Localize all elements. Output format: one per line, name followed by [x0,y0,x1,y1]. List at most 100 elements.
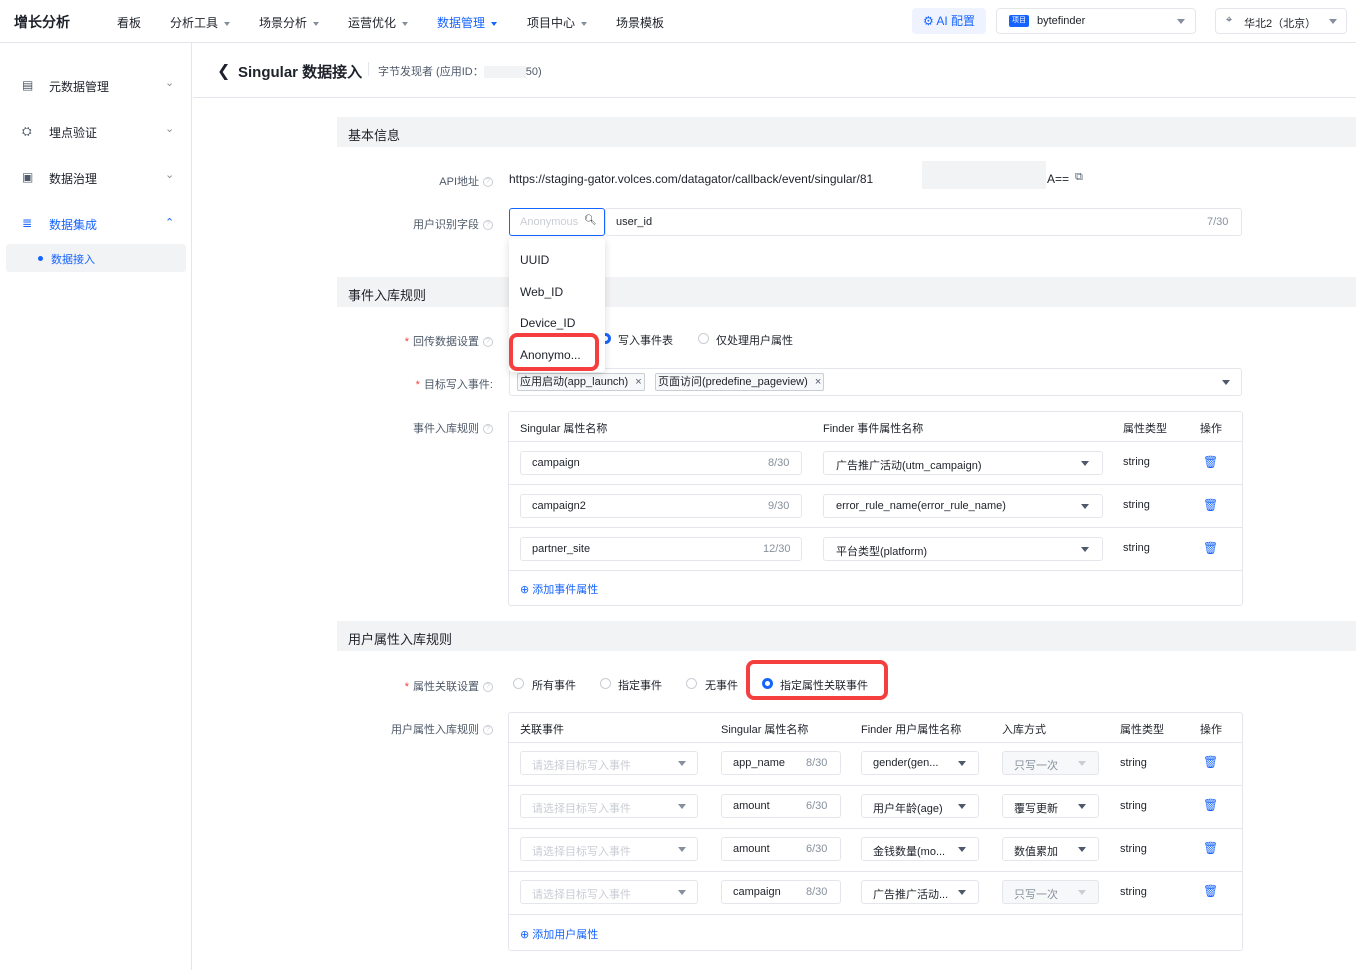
delete-icon[interactable]: 🗑︎ [1203,841,1218,855]
attr-type: string [1120,886,1147,898]
divider [509,828,1242,829]
delete-icon[interactable]: 🗑︎ [1203,455,1218,469]
nav-scenario-templates[interactable]: 场景模板 [616,14,664,31]
user-id-type-placeholder: Anonymous [520,216,578,228]
singular-attr-input[interactable]: amount 6/30 [721,794,841,818]
delete-icon[interactable]: 🗑︎ [1203,798,1218,812]
assoc-event-select[interactable]: 请选择目标写入事件 [520,751,698,775]
sidebar-item-integration[interactable]: ≣ 数据集成 ⌃ [22,214,182,234]
copy-icon[interactable]: ⧉ [1075,171,1083,184]
finder-user-attr-select[interactable]: 用户年龄(age) [861,794,979,818]
back-arrow-icon[interactable]: ❮ [217,61,230,81]
write-mode-select: 只写一次 [1002,751,1099,775]
radio-specified-events[interactable] [600,678,611,689]
add-event-attr-button[interactable]: ⊕ 添加事件属性 [520,581,598,597]
attr-type: string [1123,456,1150,468]
attr-type: string [1123,499,1150,511]
singular-attr-input[interactable]: campaign 8/30 [520,451,802,475]
section-basic-info: 基本信息 [337,117,1356,147]
help-icon[interactable]: ? [483,424,493,435]
dropdown-option-uuid[interactable]: UUID [520,253,549,267]
singular-attr-input[interactable]: partner_site 12/30 [520,537,802,561]
delete-icon[interactable]: 🗑︎ [1203,541,1218,555]
attr-name: amount [733,843,770,855]
caret-down-icon [313,21,320,26]
user-id-type-select[interactable]: Anonymous 🔍︎ [509,208,605,236]
char-counter: 8/30 [806,886,828,898]
finder-user-attr-select[interactable]: gender(gen... [861,751,979,775]
sidebar-item-label: 埋点验证 [49,126,98,140]
help-icon[interactable]: ? [483,220,493,231]
app-subtitle: 字节发现者 (应用ID： 50) [378,66,542,79]
delete-icon[interactable]: 🗑︎ [1203,498,1218,512]
finder-user-attr-select[interactable]: 金钱数量(mo... [861,837,979,861]
radio-all-events[interactable] [513,678,524,689]
column-header: 操作 [1200,724,1222,736]
user-id-field[interactable]: user_id 7/30 [605,208,1242,236]
assoc-event-select[interactable]: 请选择目标写入事件 [520,794,698,818]
nav-analysis-tools[interactable]: 分析工具 [170,14,231,31]
project-name: bytefinder [1037,15,1086,27]
radio-label: 所有事件 [532,680,576,692]
finder-user-attr-select[interactable]: 广告推广活动... [861,880,979,904]
document-icon: ▤ [22,78,34,92]
chevron-down-icon [678,890,686,895]
finder-attr-select[interactable]: 平台类型(platform) [823,537,1103,561]
top-navbar: 增长分析 看板 分析工具 场景分析 运营优化 数据管理 项目中心 场景模板 ⚙ … [0,0,1356,43]
radio-no-events[interactable] [686,678,697,689]
chevron-down-icon [1081,547,1089,552]
nav-ops-optimization[interactable]: 运营优化 [348,14,409,31]
chevron-down-icon [1078,804,1086,809]
dropdown-option-web-id[interactable]: Web_ID [520,285,563,299]
target-event-select[interactable]: 应用启动(app_launch) × 页面访问(predefine_pagevi… [509,368,1242,396]
sidebar-item-label: 元数据管理 [49,80,110,94]
nav-project-center[interactable]: 项目中心 [527,14,588,31]
close-icon[interactable]: × [815,376,821,388]
help-icon[interactable]: ? [483,725,493,736]
nav-dashboard[interactable]: 看板 [117,14,141,31]
delete-icon[interactable]: 🗑︎ [1203,884,1218,898]
sidebar-item-metadata[interactable]: ▤ 元数据管理 ⌄ [22,76,182,96]
sidebar-item-tracking-verify[interactable]: ⛭ 埋点验证 ⌄ [22,122,182,142]
singular-attr-input[interactable]: campaign 8/30 [721,880,841,904]
project-select[interactable]: 项目 bytefinder [996,8,1196,34]
assoc-event-select[interactable]: 请选择目标写入事件 [520,880,698,904]
finder-attr-value: 金钱数量(mo... [873,846,946,858]
add-user-attr-button[interactable]: ⊕ 添加用户属性 [520,926,598,942]
nav-data-management[interactable]: 数据管理 [437,14,498,31]
column-header: 关联事件 [520,724,564,736]
column-header: 操作 [1200,423,1222,435]
write-mode-select[interactable]: 数值累加 [1002,837,1099,861]
finder-attr-select[interactable]: error_rule_name(error_rule_name) [823,494,1103,518]
region-select[interactable]: ⌖ 华北2（北京） [1215,8,1347,34]
close-icon[interactable]: × [635,376,641,388]
chevron-down-icon [678,761,686,766]
chevron-down-icon [1081,461,1089,466]
assoc-event-placeholder: 请选择目标写入事件 [532,803,631,815]
singular-attr-input[interactable]: amount 6/30 [721,837,841,861]
singular-attr-input[interactable]: campaign2 9/30 [520,494,802,518]
sidebar-subitem-data-ingest[interactable]: 数据接入 [6,244,186,272]
delete-icon[interactable]: 🗑︎ [1203,755,1218,769]
help-icon[interactable]: ? [483,682,493,693]
ai-config-button[interactable]: ⚙ AI 配置 [912,8,986,34]
singular-attr-input[interactable]: app_name 8/30 [721,751,841,775]
help-icon[interactable]: ? [483,337,493,348]
dropdown-option-device-id[interactable]: Device_ID [520,316,575,330]
location-icon: ⌖ [1226,14,1233,26]
sidebar-item-governance[interactable]: ▣ 数据治理 ⌄ [22,168,182,188]
redacted-block [922,161,1046,189]
nav-scenario-analysis[interactable]: 场景分析 [259,14,320,31]
help-icon[interactable]: ? [483,177,493,188]
assoc-event-select[interactable]: 请选择目标写入事件 [520,837,698,861]
user-id-label: 用户识别字段? [380,216,493,232]
attr-name: amount [733,800,770,812]
caret-down-icon [581,21,588,26]
chevron-down-icon [958,804,966,809]
app-logo[interactable]: 增长分析 [14,12,70,32]
radio-user-attr-only[interactable] [698,333,709,344]
project-tag: 项目 [1009,15,1029,27]
user-rules-table: 关联事件 Singular 属性名称 Finder 用户属性名称 入库方式 属性… [508,712,1243,951]
finder-attr-select[interactable]: 广告推广活动(utm_campaign) [823,451,1103,475]
write-mode-select[interactable]: 覆写更新 [1002,794,1099,818]
